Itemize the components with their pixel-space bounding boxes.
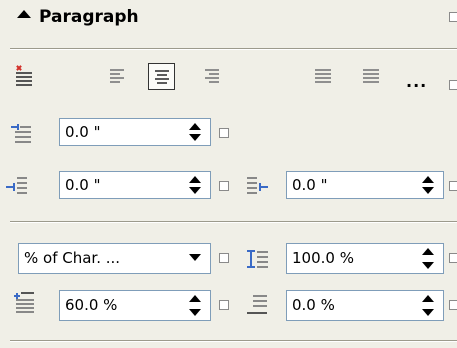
increase-icon[interactable] xyxy=(189,295,201,302)
line-spacing-value: 100.0 % xyxy=(292,249,354,267)
right-indent-value: 0.0 " xyxy=(292,176,328,194)
divider xyxy=(10,340,457,342)
first-line-indent-value: 0.0 " xyxy=(65,123,101,141)
increase-icon[interactable] xyxy=(422,248,434,255)
left-indent-field[interactable]: 0.0 " xyxy=(59,171,211,199)
left-indent-spinner[interactable] xyxy=(184,173,206,197)
align-right-button[interactable] xyxy=(199,64,223,88)
align-left-icon xyxy=(110,69,126,83)
increase-icon[interactable] xyxy=(189,176,201,183)
space-after-value: 0.0 % xyxy=(292,296,335,314)
align-left-button[interactable] xyxy=(106,64,130,88)
space-before-value: 60.0 % xyxy=(65,296,118,314)
decrease-icon[interactable] xyxy=(422,309,434,316)
increase-icon[interactable] xyxy=(422,176,434,183)
align-justify-button[interactable] xyxy=(311,64,335,88)
line-spacing-icon xyxy=(247,249,269,271)
header-lock-checkbox[interactable] xyxy=(449,12,457,22)
right-indent-icon xyxy=(247,176,269,198)
decrease-icon[interactable] xyxy=(189,134,201,141)
align-right-icon xyxy=(203,69,219,83)
first-line-indent-icon xyxy=(11,123,33,145)
right-indent-spinner[interactable] xyxy=(417,173,439,197)
no-alignment-icon[interactable] xyxy=(14,65,36,89)
increase-icon[interactable] xyxy=(189,123,201,130)
panel-title: Paragraph xyxy=(39,7,139,27)
line-spacing-field[interactable]: 100.0 % xyxy=(286,243,444,274)
space-before-lock-checkbox[interactable] xyxy=(219,300,229,310)
space-after-paragraph-icon xyxy=(247,294,269,316)
left-indent-lock-checkbox[interactable] xyxy=(219,181,229,191)
align-center-icon xyxy=(154,70,170,84)
space-after-field[interactable]: 0.0 % xyxy=(286,290,444,321)
right-indent-field[interactable]: 0.0 " xyxy=(286,171,444,199)
spacing-unit-lock-checkbox[interactable] xyxy=(219,253,229,263)
decrease-icon[interactable] xyxy=(422,187,434,194)
space-before-field[interactable]: 60.0 % xyxy=(59,290,211,321)
divider xyxy=(10,48,457,50)
alignment-lock-checkbox[interactable] xyxy=(449,80,457,90)
align-justify-icon xyxy=(315,69,331,83)
left-indent-value: 0.0 " xyxy=(65,176,101,194)
align-full-justify-icon xyxy=(363,69,379,83)
space-before-spinner[interactable] xyxy=(184,292,206,319)
space-after-spinner[interactable] xyxy=(417,292,439,319)
align-full-justify-button[interactable] xyxy=(359,64,383,88)
increase-icon[interactable] xyxy=(422,295,434,302)
space-before-paragraph-icon xyxy=(14,292,36,314)
spacing-unit-value: % of Char. ... xyxy=(24,249,121,267)
left-indent-icon xyxy=(6,176,28,198)
first-line-indent-lock-checkbox[interactable] xyxy=(219,128,229,138)
right-indent-lock-checkbox[interactable] xyxy=(449,181,457,191)
more-options-button[interactable]: ... xyxy=(406,74,427,90)
spacing-unit-dropdown[interactable]: % of Char. ... xyxy=(18,243,211,274)
first-line-indent-spinner[interactable] xyxy=(184,120,206,144)
decrease-icon[interactable] xyxy=(189,187,201,194)
line-spacing-spinner[interactable] xyxy=(417,245,439,272)
dropdown-arrow-icon[interactable] xyxy=(184,245,206,272)
first-line-indent-field[interactable]: 0.0 " xyxy=(59,118,211,146)
space-after-lock-checkbox[interactable] xyxy=(449,300,457,310)
align-center-button[interactable] xyxy=(148,63,175,90)
divider xyxy=(10,221,457,223)
decrease-icon[interactable] xyxy=(422,262,434,269)
line-spacing-lock-checkbox[interactable] xyxy=(449,253,457,263)
collapse-arrow-icon[interactable] xyxy=(17,10,31,18)
decrease-icon[interactable] xyxy=(189,309,201,316)
